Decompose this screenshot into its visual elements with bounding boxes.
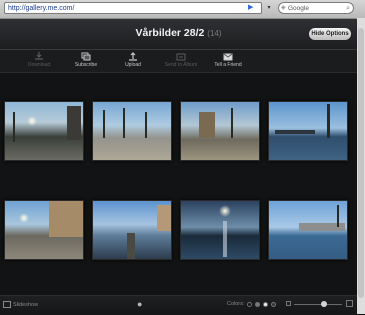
tell-a-friend-label: Tell a Friend [208, 62, 248, 68]
color-dark-swatch[interactable] [271, 302, 276, 307]
pier [127, 233, 135, 259]
envelope-icon [223, 52, 233, 61]
send-to-album-button[interactable]: Send to Album [161, 52, 201, 68]
apple-logo-icon: ● [137, 299, 145, 309]
tree [327, 104, 330, 138]
building [199, 112, 215, 138]
gallery-app: Vårbilder 28/2 (14) Hide Options Downloa… [0, 19, 357, 314]
subscribe-label: Subscribe [66, 62, 106, 68]
color-white-swatch[interactable] [263, 302, 268, 307]
send-to-album-icon [176, 52, 186, 61]
go-arrow-icon[interactable]: ▶ [248, 4, 255, 11]
hide-options-button[interactable]: Hide Options [309, 28, 351, 40]
album-title-text: Vårbilder 28/2 [135, 27, 204, 39]
building [157, 205, 171, 231]
upload-label: Upload [113, 62, 153, 68]
tree [231, 108, 233, 138]
browser-toolbar: http://gallery.me.com/ ▶ ▾ ◈ Google ⌕ [0, 0, 365, 19]
zoom-slider[interactable] [294, 304, 342, 305]
search-field[interactable]: ◈ Google ⌕ [278, 2, 354, 14]
photo-1[interactable] [4, 101, 84, 161]
zoom-in-icon[interactable] [346, 300, 353, 307]
photo-7[interactable] [180, 200, 260, 260]
bridge [275, 130, 315, 134]
photo-count: (14) [207, 29, 221, 38]
download-button[interactable]: Download [19, 52, 59, 68]
magnifier-icon[interactable]: ⌕ [346, 3, 350, 14]
download-label: Download [19, 62, 59, 68]
sun-glare [19, 213, 29, 223]
sun-reflection [223, 221, 227, 257]
color-gray-swatch[interactable] [255, 302, 260, 307]
search-engine-icon: ◈ [281, 3, 286, 14]
building [67, 106, 81, 140]
scrollbar-thumb[interactable] [358, 28, 364, 298]
photo-6[interactable] [92, 200, 172, 260]
slideshow-label: Slideshow [13, 302, 38, 308]
tree [13, 112, 15, 142]
vertical-scrollbar[interactable] [356, 18, 365, 314]
tree [337, 205, 339, 227]
zoom-slider-knob[interactable] [321, 301, 327, 307]
slideshow-icon [3, 301, 11, 308]
album-toolbar: Download Subscribe Upload Send to Album … [0, 50, 357, 73]
search-placeholder: Google [288, 5, 309, 12]
zoom-out-icon[interactable] [286, 301, 291, 306]
photo-4[interactable] [268, 101, 348, 161]
history-dropdown-icon[interactable]: ▾ [264, 2, 274, 14]
building [49, 201, 83, 237]
download-icon [34, 52, 44, 61]
photo-3[interactable] [180, 101, 260, 161]
subscribe-icon [81, 52, 91, 61]
tell-a-friend-button[interactable]: Tell a Friend [208, 52, 248, 68]
photo-2[interactable] [92, 101, 172, 161]
color-black-swatch[interactable] [247, 302, 252, 307]
tree [145, 112, 147, 138]
send-to-album-label: Send to Album [161, 62, 201, 68]
album-title: Vårbilder 28/2 (14) [0, 27, 357, 39]
upload-button[interactable]: Upload [113, 52, 153, 68]
photo-8[interactable] [268, 200, 348, 260]
tree [103, 110, 105, 138]
photo-5[interactable] [4, 200, 84, 260]
sun-glare [219, 205, 231, 217]
colors-label: Colors: [227, 301, 244, 307]
tree [123, 108, 125, 138]
gallery-footer: Slideshow ● Colors: [0, 295, 357, 315]
album-header: Vårbilder 28/2 (14) Hide Options [0, 19, 357, 50]
upload-icon [128, 52, 138, 61]
sun-glare [27, 116, 37, 126]
subscribe-button[interactable]: Subscribe [66, 52, 106, 68]
slideshow-button[interactable]: Slideshow [3, 301, 38, 308]
address-bar[interactable]: http://gallery.me.com/ [4, 2, 262, 14]
